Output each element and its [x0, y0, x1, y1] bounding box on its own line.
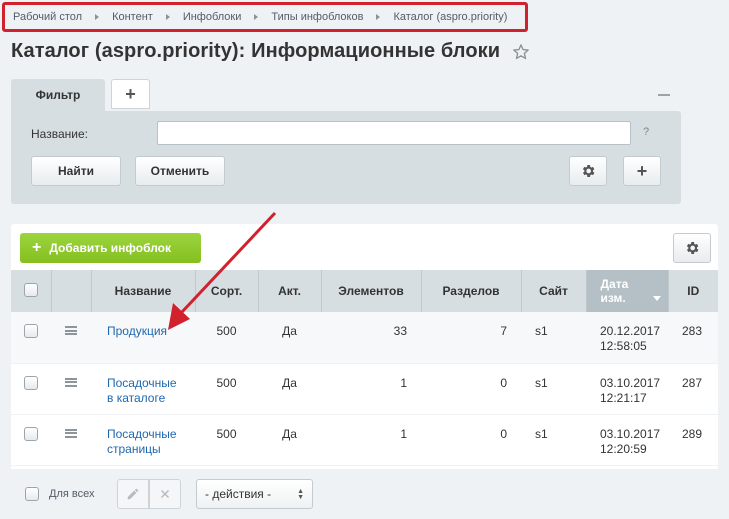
date-value: 03.10.2017 [600, 375, 661, 390]
minimize-icon[interactable] [658, 94, 670, 96]
breadcrumb-item-desktop[interactable]: Рабочий стол [13, 11, 82, 23]
date-header-line2: изм. [600, 291, 626, 305]
id-value: 283 [668, 312, 718, 364]
tab-filter[interactable]: Фильтр [11, 79, 105, 111]
actions-column-header [51, 270, 92, 312]
cancel-button[interactable]: Отменить [135, 156, 225, 186]
sort-value: 500 [195, 363, 258, 415]
date-header-line1: Дата [600, 277, 629, 291]
sort-value: 500 [195, 414, 258, 466]
add-filter-tab-button[interactable]: + [111, 79, 150, 109]
id-value: 289 [668, 414, 718, 466]
table-footer: Для всех - действия - ▲ ▼ [11, 469, 718, 519]
main-panel: + Добавить инфоблок Название Сорт. Акт. … [11, 224, 718, 519]
edit-button[interactable] [117, 479, 149, 509]
elements-count-link[interactable]: 33 [321, 312, 421, 364]
chevron-right-icon [376, 14, 381, 20]
chevron-right-icon [95, 14, 100, 20]
date-value: 20.12.2017 [600, 324, 661, 338]
name-line2: в каталоге [107, 390, 166, 405]
column-header-sort[interactable]: Сорт. [195, 270, 259, 312]
name-field[interactable] [157, 121, 631, 145]
column-header-active[interactable]: Акт. [258, 270, 322, 312]
time-value: 12:20:59 [600, 441, 647, 456]
page-title: Каталог (aspro.priority): Информационные… [11, 40, 501, 62]
add-infoblock-label: Добавить инфоблок [49, 241, 172, 255]
sort-value: 500 [195, 312, 258, 364]
select-arrows-icon: ▲ ▼ [297, 488, 304, 501]
elements-count-link[interactable]: 1 [321, 363, 421, 415]
sections-count-link[interactable]: 7 [421, 312, 521, 364]
site-value: s1 [521, 363, 586, 415]
row-checkbox[interactable] [24, 375, 38, 390]
sort-desc-icon [653, 296, 662, 302]
table-row[interactable]: Посадочные в каталоге 500 Да 1 0 s1 03.10.2017 1… [11, 363, 718, 415]
delete-button[interactable] [149, 479, 181, 509]
site-value: s1 [521, 312, 586, 364]
infoblocks-table: Название Сорт. Акт. Элементов Разделов С… [11, 270, 718, 466]
column-header-name[interactable]: Название [91, 270, 196, 312]
help-icon[interactable]: ? [643, 126, 649, 138]
chevron-right-icon [254, 14, 259, 20]
table-row[interactable]: Посадочные страницы 500 Да 1 0 s1 03.10.2017 12:… [11, 414, 718, 466]
gear-icon [686, 242, 699, 254]
column-header-id[interactable]: ID [668, 270, 718, 312]
active-value: Да [258, 414, 321, 466]
time-value: 12:21:17 [600, 390, 647, 405]
table-row[interactable]: Продукция 500 Да 33 7 s1 20.12.2017 12:58:05 283 [11, 312, 718, 364]
name-line2: страницы [107, 441, 161, 456]
table-header-row: Название Сорт. Акт. Элементов Разделов С… [11, 270, 718, 312]
star-icon[interactable] [512, 43, 530, 61]
list-settings-button[interactable] [673, 233, 711, 263]
date-value: 03.10.2017 [600, 426, 661, 441]
site-value: s1 [521, 414, 586, 466]
name-line1: Посадочные [107, 375, 177, 390]
add-filter-field-button[interactable]: + [623, 156, 661, 186]
breadcrumb: Рабочий стол Контент Инфоблоки Типы инфо… [2, 2, 528, 32]
page-title-row: Каталог (aspro.priority): Информационные… [11, 40, 530, 63]
name-line1: Продукция [107, 324, 168, 338]
infoblock-name-link[interactable]: Посадочные страницы [107, 427, 177, 456]
breadcrumb-item-content[interactable]: Контент [112, 11, 153, 23]
id-value: 287 [668, 363, 718, 415]
for-all-label: Для всех [49, 488, 95, 500]
plus-icon: + [32, 239, 42, 256]
row-checkbox[interactable] [24, 426, 38, 441]
select-all-header [11, 270, 52, 312]
chevron-right-icon [165, 14, 170, 20]
row-checkbox[interactable] [24, 324, 38, 338]
close-icon [160, 489, 170, 499]
sections-count-link[interactable]: 0 [421, 414, 521, 466]
elements-count-link[interactable]: 1 [321, 414, 421, 466]
menu-icon[interactable] [65, 377, 77, 387]
add-infoblock-button[interactable]: + Добавить инфоблок [20, 233, 201, 263]
actions-select[interactable]: - действия - ▲ ▼ [196, 479, 313, 509]
breadcrumb-item-catalog[interactable]: Каталог (aspro.priority) [393, 11, 507, 23]
infoblock-name-link[interactable]: Посадочные в каталоге [107, 376, 177, 405]
breadcrumb-item-types[interactable]: Типы инфоблоков [271, 11, 363, 23]
filter-settings-button[interactable] [569, 156, 607, 186]
select-all-checkbox[interactable] [23, 282, 38, 297]
column-header-date[interactable]: Дата изм. [586, 270, 669, 312]
sections-count-link[interactable]: 0 [421, 363, 521, 415]
breadcrumb-item-infoblocks[interactable]: Инфоблоки [183, 11, 242, 23]
active-value: Да [258, 363, 321, 415]
column-header-elements[interactable]: Элементов [321, 270, 422, 312]
column-header-sections[interactable]: Разделов [421, 270, 522, 312]
filter-panel: Название: ? Найти Отменить + [11, 111, 681, 204]
active-value: Да [258, 312, 321, 364]
gear-icon [582, 165, 595, 177]
infoblock-name-link[interactable]: Продукция [107, 324, 167, 338]
for-all-checkbox[interactable] [25, 487, 39, 501]
pencil-icon [127, 488, 139, 500]
name-field-label: Название: [31, 127, 88, 141]
menu-icon[interactable] [65, 326, 77, 335]
time-value: 12:58:05 [600, 339, 647, 353]
find-button[interactable]: Найти [31, 156, 121, 186]
column-header-site[interactable]: Сайт [521, 270, 587, 312]
actions-select-value: - действия - [205, 487, 272, 501]
name-line1: Посадочные [107, 426, 177, 441]
menu-icon[interactable] [65, 428, 77, 438]
